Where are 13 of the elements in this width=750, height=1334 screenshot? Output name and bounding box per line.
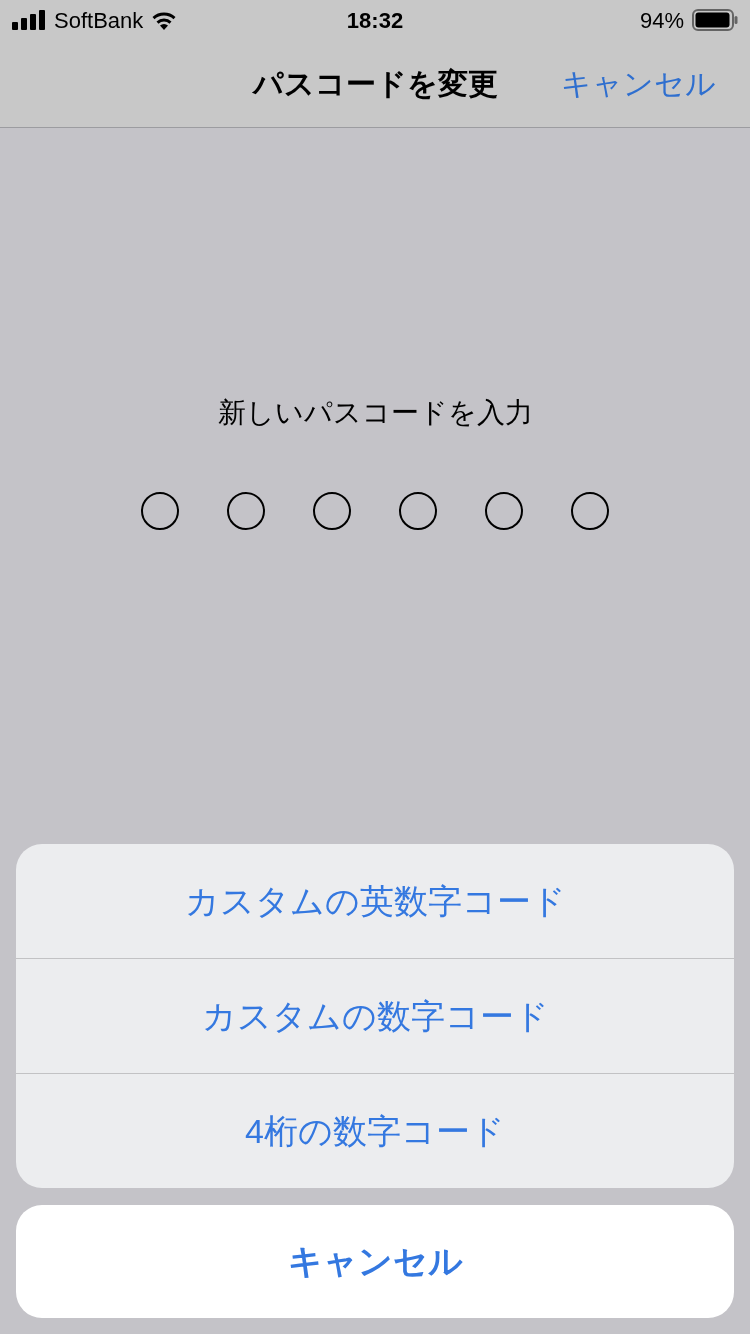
signal-icon (12, 10, 46, 30)
sheet-option[interactable]: 4桁の数字コード (16, 1073, 734, 1188)
wifi-icon (151, 10, 178, 30)
status-time: 18:32 (346, 6, 404, 35)
sheet-cancel-button[interactable]: キャンセル (16, 1205, 734, 1318)
prompt-text: 新しいパスコードを入力 (217, 396, 533, 430)
sheet-option[interactable]: カスタムの数字コード (16, 958, 734, 1073)
nav-title: パスコードを変更 (252, 66, 498, 102)
cancel-button[interactable]: キャンセル (561, 61, 716, 106)
battery-percent: 94% (639, 6, 684, 35)
battery-icon (692, 9, 738, 31)
carrier-name: SoftBank (54, 6, 144, 35)
sheet-option[interactable]: カスタムの英数字コード (16, 844, 734, 958)
